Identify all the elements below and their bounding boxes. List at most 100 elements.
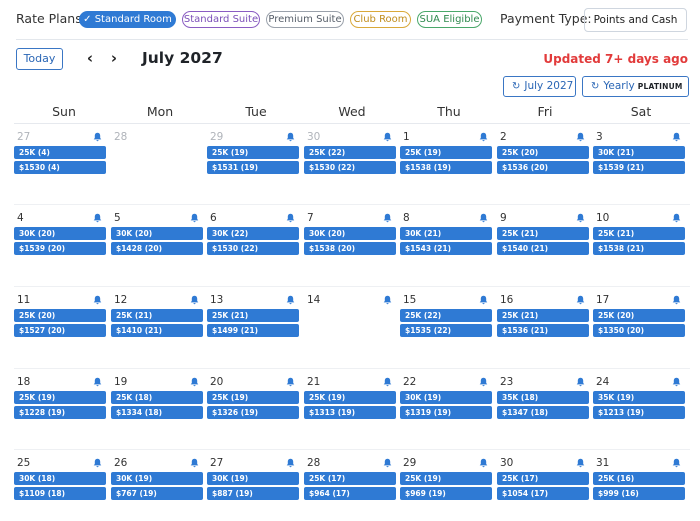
bell-icon[interactable]: [672, 213, 681, 223]
calendar-day-cell[interactable]: 27 25K (4) $1530 (4): [14, 131, 106, 177]
points-rate-bar[interactable]: 25K (22): [400, 309, 492, 322]
points-rate-bar[interactable]: 30K (19): [111, 472, 203, 485]
points-rate-bar[interactable]: 35K (18): [497, 391, 589, 404]
cash-rate-bar[interactable]: $1538 (21): [593, 242, 685, 255]
bell-icon[interactable]: [479, 458, 488, 468]
points-rate-bar[interactable]: 25K (19): [304, 391, 396, 404]
calendar-day-cell[interactable]: 28 25K (17) $964 (17): [304, 457, 396, 503]
cash-rate-bar[interactable]: $1539 (20): [14, 242, 106, 255]
cash-rate-bar[interactable]: $1410 (21): [111, 324, 203, 337]
bell-icon[interactable]: [286, 213, 295, 223]
bell-icon[interactable]: [576, 213, 585, 223]
bell-icon[interactable]: [286, 132, 295, 142]
bell-icon[interactable]: [383, 213, 392, 223]
points-rate-bar[interactable]: 25K (20): [497, 146, 589, 159]
bell-icon[interactable]: [672, 295, 681, 305]
points-rate-bar[interactable]: 25K (19): [400, 472, 492, 485]
bell-icon[interactable]: [576, 295, 585, 305]
bell-icon[interactable]: [383, 295, 392, 305]
points-rate-bar[interactable]: 30K (21): [593, 146, 685, 159]
calendar-day-cell[interactable]: 11 25K (20) $1527 (20): [14, 294, 106, 340]
calendar-day-cell[interactable]: 16 25K (21) $1536 (21): [497, 294, 589, 340]
cash-rate-bar[interactable]: $1313 (19): [304, 406, 396, 419]
cash-rate-bar[interactable]: $887 (19): [207, 487, 299, 500]
calendar-day-cell[interactable]: 18 25K (19) $1228 (19): [14, 376, 106, 422]
points-rate-bar[interactable]: 25K (17): [304, 472, 396, 485]
calendar-day-cell[interactable]: 3 30K (21) $1539 (21): [593, 131, 685, 177]
cash-rate-bar[interactable]: $767 (19): [111, 487, 203, 500]
bell-icon[interactable]: [383, 132, 392, 142]
calendar-day-cell[interactable]: 13 25K (21) $1499 (21): [207, 294, 299, 340]
bell-icon[interactable]: [190, 295, 199, 305]
cash-rate-bar[interactable]: $1319 (19): [400, 406, 492, 419]
next-month-button[interactable]: ›: [106, 48, 122, 70]
points-rate-bar[interactable]: 30K (20): [14, 227, 106, 240]
cash-rate-bar[interactable]: $1347 (18): [497, 406, 589, 419]
bell-icon[interactable]: [93, 132, 102, 142]
cash-rate-bar[interactable]: $1536 (21): [497, 324, 589, 337]
calendar-day-cell[interactable]: 1 25K (19) $1538 (19): [400, 131, 492, 177]
points-rate-bar[interactable]: 25K (19): [14, 391, 106, 404]
calendar-day-cell[interactable]: 24 35K (19) $1213 (19): [593, 376, 685, 422]
bell-icon[interactable]: [93, 458, 102, 468]
bell-icon[interactable]: [93, 295, 102, 305]
points-rate-bar[interactable]: 25K (17): [497, 472, 589, 485]
month-refresh-button[interactable]: ↻ July 2027: [503, 76, 576, 97]
bell-icon[interactable]: [286, 295, 295, 305]
cash-rate-bar[interactable]: $1531 (19): [207, 161, 299, 174]
cash-rate-bar[interactable]: $1109 (18): [14, 487, 106, 500]
calendar-day-cell[interactable]: 25 30K (18) $1109 (18): [14, 457, 106, 503]
calendar-day-cell[interactable]: 29 25K (19) $969 (19): [400, 457, 492, 503]
yearly-refresh-button[interactable]: ↻ Yearly PLATINUM: [582, 76, 689, 97]
calendar-day-cell[interactable]: 8 30K (21) $1543 (21): [400, 212, 492, 258]
cash-rate-bar[interactable]: $1054 (17): [497, 487, 589, 500]
bell-icon[interactable]: [576, 377, 585, 387]
cash-rate-bar[interactable]: $1527 (20): [14, 324, 106, 337]
calendar-day-cell[interactable]: 29 25K (19) $1531 (19): [207, 131, 299, 177]
points-rate-bar[interactable]: 25K (21): [111, 309, 203, 322]
bell-icon[interactable]: [286, 458, 295, 468]
points-rate-bar[interactable]: 25K (21): [497, 227, 589, 240]
rate-plan-standard-room[interactable]: ✓ Standard Room: [79, 11, 176, 28]
cash-rate-bar[interactable]: $1530 (4): [14, 161, 106, 174]
bell-icon[interactable]: [672, 377, 681, 387]
calendar-day-cell[interactable]: 5 30K (20) $1428 (20): [111, 212, 203, 258]
calendar-day-cell[interactable]: 15 25K (22) $1535 (22): [400, 294, 492, 340]
points-rate-bar[interactable]: 30K (20): [111, 227, 203, 240]
points-rate-bar[interactable]: 25K (20): [14, 309, 106, 322]
cash-rate-bar[interactable]: $1350 (20): [593, 324, 685, 337]
calendar-day-cell[interactable]: 12 25K (21) $1410 (21): [111, 294, 203, 340]
bell-icon[interactable]: [190, 377, 199, 387]
rate-plan-standard-suite[interactable]: Standard Suite: [182, 11, 260, 28]
bell-icon[interactable]: [672, 132, 681, 142]
calendar-day-cell[interactable]: 23 35K (18) $1347 (18): [497, 376, 589, 422]
bell-icon[interactable]: [576, 458, 585, 468]
cash-rate-bar[interactable]: $969 (19): [400, 487, 492, 500]
bell-icon[interactable]: [672, 458, 681, 468]
rate-plan-sua-eligible[interactable]: SUA Eligible: [417, 11, 482, 28]
points-rate-bar[interactable]: 30K (22): [207, 227, 299, 240]
rate-plan-premium-suite[interactable]: Premium Suite: [266, 11, 344, 28]
calendar-day-cell[interactable]: 17 25K (20) $1350 (20): [593, 294, 685, 340]
calendar-day-cell[interactable]: 27 30K (19) $887 (19): [207, 457, 299, 503]
calendar-day-cell[interactable]: 26 30K (19) $767 (19): [111, 457, 203, 503]
points-rate-bar[interactable]: 25K (20): [593, 309, 685, 322]
points-rate-bar[interactable]: 25K (19): [207, 391, 299, 404]
points-rate-bar[interactable]: 35K (19): [593, 391, 685, 404]
cash-rate-bar[interactable]: $1540 (21): [497, 242, 589, 255]
points-rate-bar[interactable]: 30K (20): [304, 227, 396, 240]
calendar-day-cell[interactable]: 31 25K (16) $999 (16): [593, 457, 685, 503]
points-rate-bar[interactable]: 30K (21): [400, 227, 492, 240]
calendar-day-cell[interactable]: 6 30K (22) $1530 (22): [207, 212, 299, 258]
bell-icon[interactable]: [383, 458, 392, 468]
cash-rate-bar[interactable]: $1530 (22): [207, 242, 299, 255]
bell-icon[interactable]: [190, 213, 199, 223]
cash-rate-bar[interactable]: $1538 (20): [304, 242, 396, 255]
points-rate-bar[interactable]: 25K (21): [497, 309, 589, 322]
points-rate-bar[interactable]: 25K (19): [400, 146, 492, 159]
calendar-day-cell[interactable]: 20 25K (19) $1326 (19): [207, 376, 299, 422]
bell-icon[interactable]: [479, 295, 488, 305]
cash-rate-bar[interactable]: $1535 (22): [400, 324, 492, 337]
payment-type-select[interactable]: Points and Cash: [584, 8, 687, 32]
bell-icon[interactable]: [286, 377, 295, 387]
